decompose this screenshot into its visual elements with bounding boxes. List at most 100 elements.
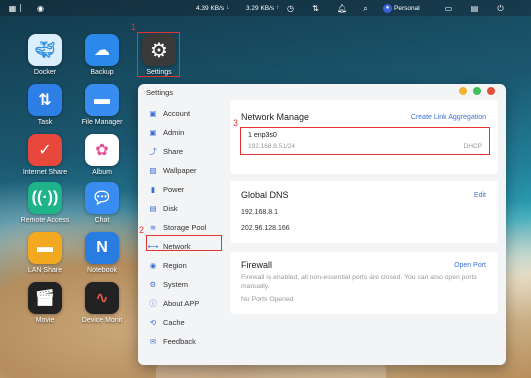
search-icon[interactable]: ⌕ (361, 3, 370, 13)
region-icon: ◉ (149, 260, 157, 270)
cache-icon: ⟲ (149, 317, 157, 327)
desktop-icon-task[interactable]: ⇅ Task (13, 84, 77, 126)
sidebar-item-cache[interactable]: ⟲ Cache (146, 315, 222, 329)
desktop-icon-notebook[interactable]: N Notebook (70, 232, 134, 274)
desktop-icon-movie[interactable]: 🎬︎ Movie (13, 282, 77, 324)
user-avatar-icon: ● (383, 3, 392, 13)
interface-ip: 192.168.8.51/24 (248, 143, 295, 150)
share-icon: ⤴ (149, 146, 157, 156)
open-port-link[interactable]: Open Port (454, 262, 486, 269)
top-status-bar: ▦ ◉ 4.39 KB/s ↓ 3.29 KB/s ↑ ◷ ⇅ 🔔︎ ⌕ ● Per… (0, 0, 531, 16)
remote-access-icon: ((·)) (28, 182, 62, 214)
chat-icon: 💬︎ (85, 182, 119, 214)
layout-icon[interactable]: ▤ (470, 3, 479, 13)
notification-bell-icon[interactable]: 🔔︎ (337, 3, 347, 13)
sidebar-item-label: About APP (163, 298, 200, 308)
desktop-icon-device-monit[interactable]: ∿ Device Monit (70, 282, 134, 324)
window-title: Settings (146, 88, 174, 97)
account-icon: ▣ (149, 108, 157, 118)
global-dns-card: Global DNS Edit 192.168.8.1 202.96.128.1… (230, 181, 498, 243)
sidebar-item-share[interactable]: ⤴ Share (146, 144, 222, 158)
step-number-1: 1 (131, 22, 137, 32)
desktop-icon-chat[interactable]: 💬︎ Chat (70, 182, 134, 224)
network-manage-card: Network Manage Create Link Aggregation 1… (230, 100, 498, 174)
desktop-icon-label: Movie (35, 317, 55, 324)
storage-pool-icon: ≋ (149, 222, 157, 232)
sidebar-item-wallpaper[interactable]: ▧ Wallpaper (146, 163, 222, 177)
file-transfer-icon[interactable]: ⇅ (311, 3, 320, 13)
desktop-icon-label: Notebook (87, 267, 117, 274)
dock (156, 364, 386, 378)
network-settings-panel: Network Manage Create Link Aggregation 1… (230, 100, 502, 362)
sidebar-item-label: Region (163, 260, 187, 270)
upload-speed: 3.29 KB/s ↑ (246, 4, 280, 12)
desktop-icon-label: Device Monit (81, 317, 123, 324)
desktop-icon-label: LAN Share (27, 267, 63, 274)
task-arrows-icon: ⇅ (28, 84, 62, 116)
window-icon[interactable]: ▭ (444, 3, 453, 13)
divider (20, 3, 21, 13)
firewall-title: Firewall (241, 260, 273, 270)
power-icon: ▮ (150, 184, 156, 194)
sidebar-item-admin[interactable]: ▣ Admin (146, 125, 222, 139)
system-icon: ⚙ (149, 279, 157, 289)
sidebar-item-disk[interactable]: ▤ Disk (146, 201, 222, 215)
sidebar-item-label: Cache (163, 317, 185, 327)
global-dns-title: Global DNS (241, 190, 289, 200)
maximize-button[interactable] (473, 87, 481, 95)
download-speed: 4.39 KB/s ↓ (196, 4, 230, 12)
sidebar-item-account[interactable]: ▣ Account (146, 106, 222, 120)
logo-icon: ◉ (37, 3, 44, 13)
desktop-icon-label: File Manager (81, 119, 123, 126)
internet-share-icon: ✓ (28, 134, 62, 166)
sidebar-item-power[interactable]: ▮ Power (146, 182, 222, 196)
firewall-description: Firewall is enabled, all non-essential p… (241, 274, 477, 290)
sidebar-item-system[interactable]: ⚙ System (146, 277, 222, 291)
desktop-icon-album[interactable]: ✿ Album (70, 134, 134, 176)
backup-cloud-icon: ☁ (85, 34, 119, 66)
desktop-icon-remote-access[interactable]: ((·)) Remote Access (13, 182, 77, 224)
sidebar-item-about-app[interactable]: ⓘ About APP (146, 296, 222, 310)
about-icon: ⓘ (149, 298, 157, 308)
settings-sidebar: ▣ Account ▣ Admin ⤴ Share ▧ Wallpaper ▮ Power… (138, 100, 226, 365)
desktop-icon-lan-share[interactable]: ▬ LAN Share (13, 232, 77, 274)
minimize-button[interactable] (459, 87, 467, 95)
firewall-empty-state: No Ports Opened (241, 296, 294, 303)
desktop-icon-backup[interactable]: ☁ Backup (70, 34, 134, 76)
desktop-icon-label: Task (37, 119, 53, 126)
wallpaper-icon: ▧ (149, 165, 157, 175)
sidebar-item-label: Share (163, 146, 184, 156)
network-interface-row[interactable]: 1 enp3s0 192.168.8.51/24 DHCP (240, 127, 490, 155)
desktop-icon-file-manager[interactable]: ▬ File Manager (70, 84, 134, 126)
close-button[interactable] (487, 87, 495, 95)
sidebar-item-storage-pool[interactable]: ≋ Storage Pool (146, 220, 222, 234)
settings-window: Settings ▣ Account ▣ Admin ⤴ Share ▧ Wallpap… (138, 84, 506, 365)
sidebar-item-label: Power (163, 184, 185, 194)
desktop-icon-internet-share[interactable]: ✓ Internet Share (13, 134, 77, 176)
lan-share-folder-icon: ▬ (28, 232, 62, 264)
clock-icon[interactable]: ◷ (286, 3, 295, 13)
user-name: Personal (394, 4, 420, 12)
sidebar-item-label: Admin (163, 127, 185, 137)
sidebar-item-feedback[interactable]: ✉ Feedback (146, 334, 222, 348)
desktop-icon-label: Backup (90, 69, 114, 76)
sidebar-item-region[interactable]: ◉ Region (146, 258, 222, 272)
highlight-settings-box (137, 32, 180, 77)
dns-server-2: 202.96.128.166 (241, 225, 290, 232)
apps-grid-icon[interactable]: ▦ (8, 3, 17, 13)
user-menu[interactable]: ● Personal (383, 3, 420, 13)
desktop-icon-label: Album (92, 169, 112, 176)
power-icon[interactable]: ⏻ (496, 3, 505, 13)
device-monitor-icon: ∿ (85, 282, 119, 314)
dns-edit-link[interactable]: Edit (474, 192, 486, 199)
network-manage-title: Network Manage (241, 112, 310, 122)
create-link-aggregation-link[interactable]: Create Link Aggregation (411, 114, 486, 121)
desktop-icon-label: Chat (94, 217, 110, 224)
interface-name: 1 enp3s0 (248, 132, 277, 139)
dns-server-1: 192.168.8.1 (241, 209, 278, 216)
desktop-icon-docker[interactable]: 🐳︎ Docker (13, 34, 77, 76)
sidebar-item-label: Disk (163, 203, 178, 213)
sidebar-item-label: System (163, 279, 189, 289)
disk-icon: ▤ (149, 203, 157, 213)
notebook-icon: N (85, 232, 119, 264)
